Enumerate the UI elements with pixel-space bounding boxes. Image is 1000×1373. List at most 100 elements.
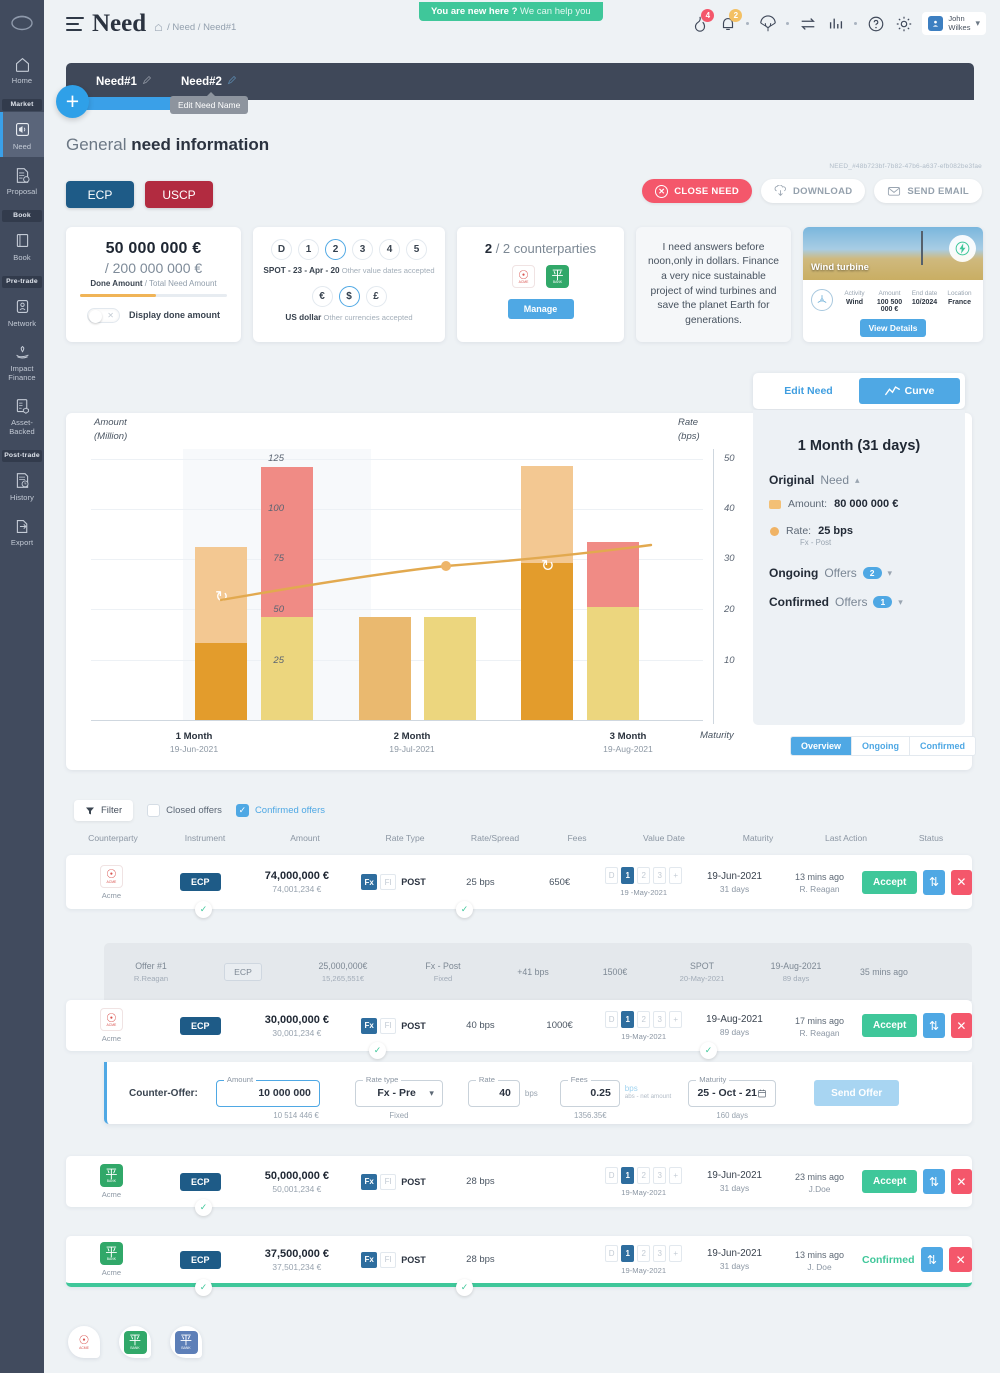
send-offer-button[interactable]: Send Offer — [814, 1080, 900, 1106]
reject-button[interactable]: ✕ — [950, 869, 972, 895]
help-icon[interactable] — [866, 14, 885, 33]
green-logo[interactable]: 平 BANK — [546, 265, 569, 288]
sidebar-item-proposal[interactable]: Proposal — [0, 157, 44, 203]
ecp-button[interactable]: ECP — [66, 181, 134, 208]
vd-option-more[interactable]: + — [669, 867, 683, 884]
new-user-promo[interactable]: You are new here ? We can help you — [419, 2, 603, 21]
rate-fi-toggle[interactable]: FI — [380, 874, 397, 890]
day-option-1[interactable]: 1 — [298, 239, 319, 260]
add-need-button[interactable]: + — [56, 85, 89, 118]
day-option-4[interactable]: 4 — [379, 239, 400, 260]
vd-option[interactable]: 3 — [653, 867, 667, 884]
reject-button[interactable]: ✕ — [949, 1247, 973, 1272]
sidebar-item-asset-backed[interactable]: Asset- Backed — [0, 388, 44, 442]
vd-option[interactable]: D — [605, 1010, 619, 1028]
vd-option-more[interactable]: + — [669, 1166, 683, 1184]
view-details-button[interactable]: View Details — [860, 319, 926, 337]
row-rate-type[interactable]: Fx FI POST — [350, 1251, 437, 1268]
row-value-date[interactable]: D 1 2 3 + 19 -May-2021 — [595, 867, 692, 897]
bar-chart-icon[interactable] — [826, 14, 845, 33]
view-mode-confirmed[interactable]: Confirmed — [910, 737, 975, 755]
sidebar-item-history[interactable]: History — [0, 463, 44, 509]
row-rate-type[interactable]: Fx FI POST — [350, 1017, 437, 1034]
counter-fees-input[interactable] — [568, 1087, 611, 1099]
accept-button[interactable]: Accept — [862, 870, 918, 894]
view-mode-ongoing[interactable]: Ongoing — [852, 737, 911, 755]
closed-offers-checkbox[interactable]: Closed offers — [147, 804, 222, 817]
download-button[interactable]: DOWNLOAD — [761, 179, 866, 203]
original-need-section[interactable]: Original Need ▴ — [769, 473, 949, 487]
row-value-date[interactable]: D 1 2 3 + 19-May-2021 — [595, 1010, 692, 1041]
rate-fi-toggle[interactable]: FI — [380, 1173, 397, 1190]
row-rate-type[interactable]: Fx FI POST — [350, 1173, 437, 1190]
tab-edit-need[interactable]: Edit Need — [758, 378, 859, 404]
sidebar-item-network[interactable]: Network — [0, 289, 44, 335]
counter-amount-field[interactable]: Amount 10 514 446 € — [215, 1074, 320, 1120]
sidebar-item-book[interactable]: Book — [0, 223, 44, 269]
rate-fi-toggle[interactable]: FI — [380, 1017, 397, 1034]
vd-option[interactable]: D — [605, 1244, 619, 1262]
accept-button[interactable]: Accept — [862, 1170, 918, 1193]
ongoing-offers-section[interactable]: Ongoing Offers 2 ▾ — [769, 566, 949, 580]
currency-option-eur[interactable]: € — [311, 286, 333, 307]
edit-pencil-icon[interactable] — [142, 75, 152, 88]
counter-amount-input[interactable] — [224, 1087, 311, 1099]
rate-fi-toggle[interactable]: FI — [380, 1251, 397, 1268]
user-menu[interactable]: John Wilkes ▾ — [922, 12, 986, 36]
day-option-D[interactable]: D — [271, 239, 292, 260]
row-value-date[interactable]: D 1 2 3 + 19-May-2021 — [595, 1244, 692, 1275]
close-need-button[interactable]: ✕ CLOSE NEED — [642, 179, 753, 203]
vd-option[interactable]: 2 — [637, 1166, 651, 1184]
exchange-icon[interactable] — [798, 14, 817, 33]
counter-rate-field[interactable]: Rate — [467, 1074, 520, 1107]
display-done-toggle[interactable]: ✕ — [86, 307, 120, 323]
vd-option-selected[interactable]: 1 — [621, 1244, 635, 1262]
tab-curve[interactable]: Curve — [859, 378, 960, 404]
chat-avatar-green[interactable]: 平 BANK — [119, 1326, 151, 1358]
filter-button[interactable]: Filter — [74, 800, 134, 821]
send-email-button[interactable]: SEND EMAIL — [874, 179, 982, 203]
vd-option[interactable]: 3 — [653, 1166, 667, 1184]
sidebar-item-home[interactable]: Home — [0, 46, 44, 92]
counter-rate-input[interactable] — [476, 1087, 511, 1099]
rate-fx-toggle[interactable]: Fx — [361, 1017, 378, 1034]
rate-fx-toggle[interactable]: Fx — [361, 1173, 378, 1190]
accept-button[interactable]: Accept — [862, 1014, 918, 1037]
edit-pencil-icon[interactable] — [227, 75, 237, 88]
day-option-5[interactable]: 5 — [406, 239, 427, 260]
vd-option[interactable]: 3 — [653, 1010, 667, 1028]
uscp-button[interactable]: USCP — [145, 181, 213, 208]
counter-ratetype-field[interactable]: Rate type Fx - Pre ▾ Fixed — [354, 1074, 443, 1120]
sidebar-item-impact-finance[interactable]: Impact Finance — [0, 334, 44, 388]
counter-maturity-field[interactable]: Maturity 25 - Oct - 21 160 days — [688, 1074, 777, 1120]
reject-button[interactable]: ✕ — [950, 1169, 972, 1194]
vd-option[interactable]: D — [605, 867, 619, 884]
gear-icon[interactable] — [894, 14, 913, 33]
fire-icon[interactable]: 4 — [690, 9, 715, 33]
vd-option-selected[interactable]: 1 — [621, 867, 635, 884]
sidebar-item-need[interactable]: Need — [0, 111, 44, 158]
currency-option-usd[interactable]: $ — [338, 286, 360, 307]
vd-option[interactable]: 2 — [637, 867, 651, 884]
row-rate-type[interactable]: Fx FI POST — [350, 874, 437, 890]
vd-option[interactable]: D — [605, 1166, 619, 1184]
bell-icon[interactable]: 2 — [718, 9, 743, 33]
vd-option-selected[interactable]: 1 — [621, 1010, 635, 1028]
counter-offer-button[interactable]: ⇅ — [923, 869, 945, 895]
sidebar-item-export[interactable]: Export — [0, 508, 44, 554]
chat-avatar-acme[interactable]: ☉ ACME — [68, 1326, 100, 1358]
menu-icon[interactable] — [66, 17, 84, 31]
chat-avatar-blue[interactable]: 平 BANK — [170, 1326, 202, 1358]
day-option-3[interactable]: 3 — [352, 239, 373, 260]
reject-button[interactable]: ✕ — [950, 1013, 972, 1038]
vd-option-more[interactable]: + — [669, 1010, 683, 1028]
counter-offer-button[interactable]: ⇅ — [923, 1013, 945, 1038]
tab-need-1[interactable]: Need#1 — [96, 63, 152, 100]
vd-option[interactable]: 2 — [637, 1244, 651, 1262]
counter-offer-button[interactable]: ⇅ — [923, 1169, 945, 1194]
view-mode-overview[interactable]: Overview — [791, 737, 853, 755]
manage-counterparties-button[interactable]: Manage — [507, 299, 574, 319]
counter-fees-field[interactable]: Fees 1356.35€ — [559, 1074, 620, 1120]
rate-fx-toggle[interactable]: Fx — [361, 1251, 378, 1268]
vd-option[interactable]: 3 — [653, 1244, 667, 1262]
